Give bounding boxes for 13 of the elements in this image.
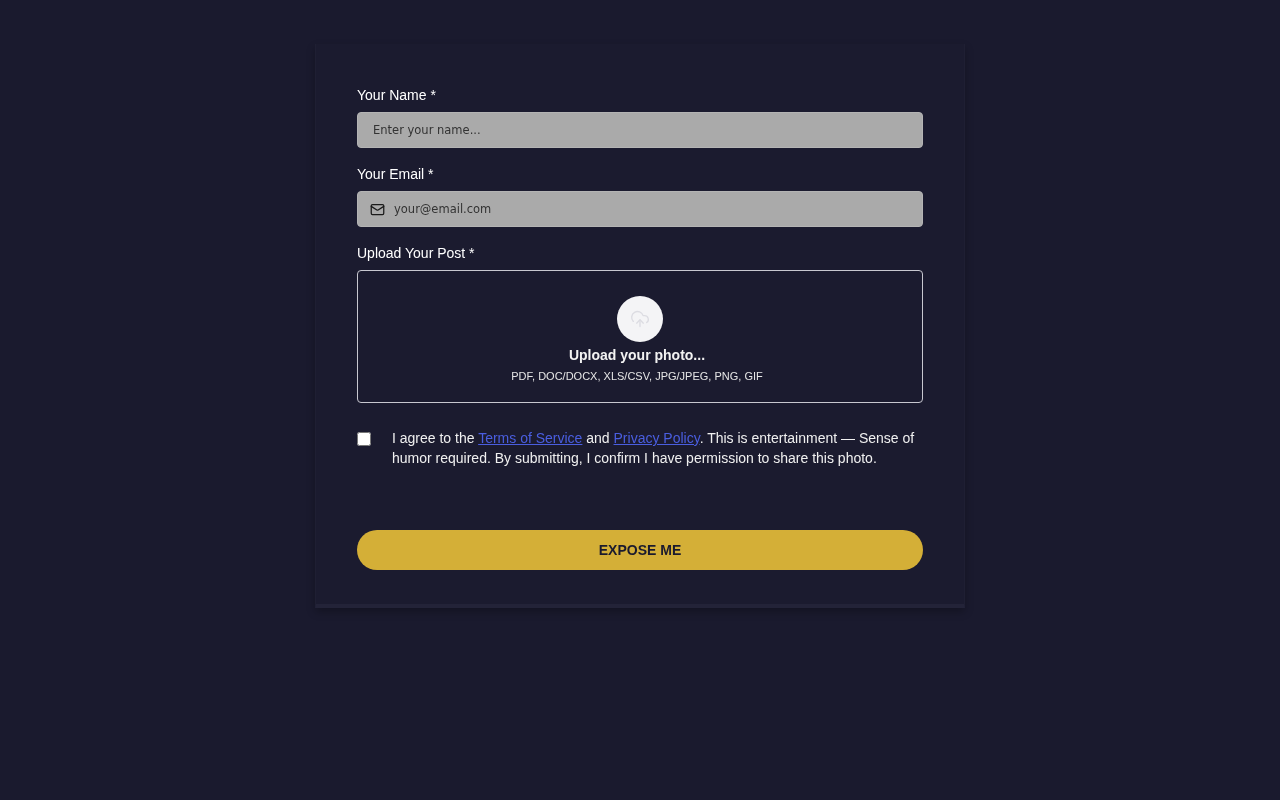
name-field[interactable]: Enter your name... — [357, 112, 923, 148]
cloud-upload-icon — [617, 296, 663, 342]
field-label: Upload Your Post * — [357, 245, 475, 262]
agree-checkbox[interactable] — [357, 432, 371, 446]
field-label: Your Name * — [357, 87, 436, 104]
agreement-text: I agree to the Terms of Service and Privacy Policy. This is entertainment — Sense of humor required. By submitting, I confirm I have permission to share this photo. — [392, 429, 916, 468]
email-field[interactable]: your@email.com — [357, 191, 923, 227]
mail-icon — [370, 202, 385, 217]
submit-button[interactable]: EXPOSE ME — [357, 530, 923, 570]
upload-dropzone[interactable]: Upload your photo... PDF, DOC/DOCX, XLS/CSV, JPG/JPEG, PNG, GIF — [357, 270, 923, 403]
file-types-text: PDF, DOC/DOCX, XLS/CSV, JPG/JPEG, PNG, GIF — [511, 369, 763, 383]
upload-prompt: Upload your photo... — [568, 347, 706, 364]
field-label: Your Email * — [357, 166, 434, 183]
